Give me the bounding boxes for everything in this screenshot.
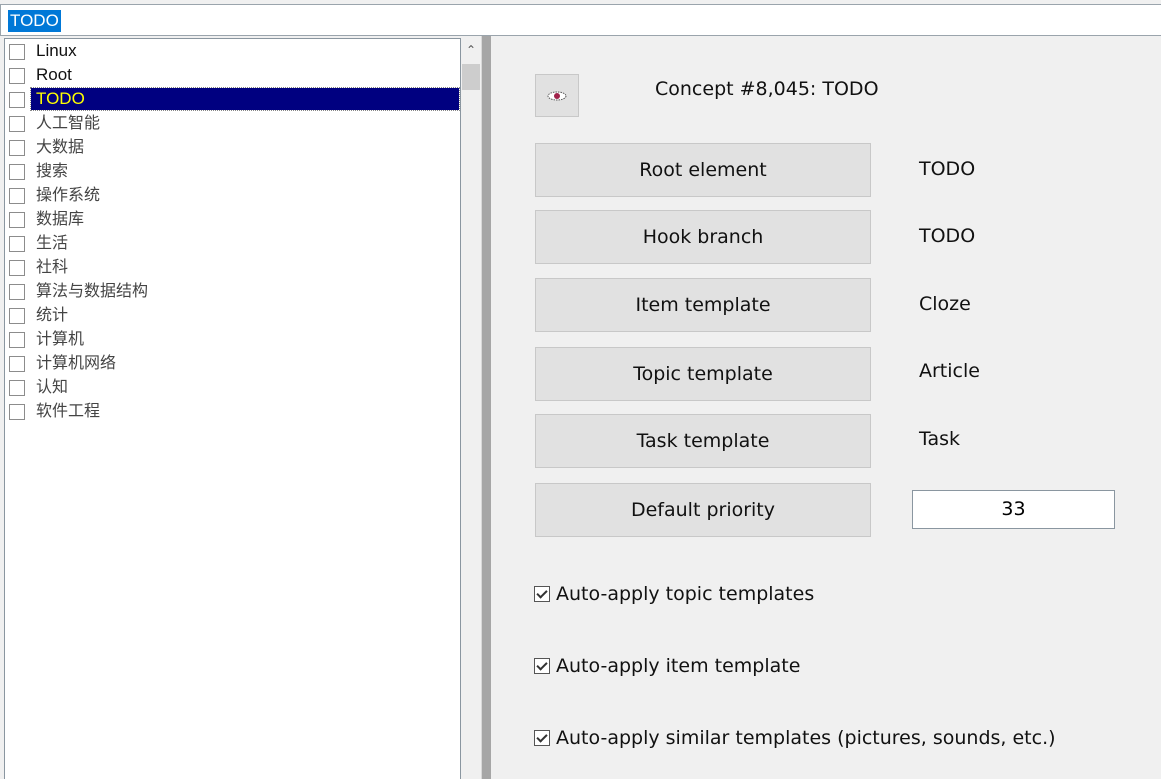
list-item[interactable]: Linux (5, 39, 460, 63)
eye-icon (547, 91, 567, 100)
list-item-label: 社科 (36, 257, 69, 276)
checkbox-label: Auto-apply topic templates (556, 583, 815, 605)
list-item-label: 大数据 (36, 137, 85, 156)
root-element-value: TODO (919, 158, 976, 180)
list-item[interactable]: 大数据 (5, 135, 460, 159)
list-item-label: 计算机网络 (36, 353, 117, 372)
item-template-value: Cloze (919, 293, 971, 315)
pane-splitter[interactable] (481, 36, 491, 779)
concept-search-bar[interactable]: TODO (0, 4, 1161, 36)
auto-apply-item-checkbox[interactable]: Auto-apply item template (534, 655, 800, 677)
list-item[interactable]: 算法与数据结构 (5, 279, 460, 303)
checkbox-checked-icon[interactable] (534, 730, 550, 746)
list-item[interactable]: Root (5, 63, 460, 87)
list-item-checkbox[interactable] (9, 212, 25, 228)
list-item-checkbox[interactable] (9, 44, 25, 60)
list-item-label: 生活 (36, 233, 69, 252)
task-template-button[interactable]: Task template (535, 414, 871, 468)
list-item-label: 认知 (36, 377, 69, 396)
list-item-checkbox[interactable] (9, 260, 25, 276)
topic-template-value: Article (919, 360, 980, 382)
list-item-checkbox[interactable] (9, 68, 25, 84)
list-item-checkbox[interactable] (9, 404, 25, 420)
list-item[interactable]: 计算机网络 (5, 351, 460, 375)
list-item-label: 算法与数据结构 (36, 281, 149, 300)
auto-apply-similar-checkbox[interactable]: Auto-apply similar templates (pictures, … (534, 727, 1056, 749)
list-item-label: 软件工程 (36, 401, 101, 420)
auto-apply-topic-checkbox[interactable]: Auto-apply topic templates (534, 583, 814, 605)
list-item[interactable]: 认知 (5, 375, 460, 399)
list-item[interactable]: 人工智能 (5, 111, 460, 135)
list-item[interactable]: 统计 (5, 303, 460, 327)
checkbox-label: Auto-apply item template (556, 655, 801, 677)
hook-branch-button[interactable]: Hook branch (535, 210, 871, 264)
list-item-label: Root (36, 65, 72, 84)
topic-template-button[interactable]: Topic template (535, 347, 871, 401)
list-item-label: TODO (30, 87, 460, 111)
list-item-checkbox[interactable] (9, 356, 25, 372)
list-item-label: 人工智能 (36, 113, 101, 132)
list-item[interactable]: 社科 (5, 255, 460, 279)
scroll-up-icon[interactable]: ⌃ (461, 40, 481, 60)
list-item-label: Linux (36, 41, 77, 60)
list-item-checkbox[interactable] (9, 308, 25, 324)
list-item-checkbox[interactable] (9, 188, 25, 204)
list-item-checkbox[interactable] (9, 236, 25, 252)
checkbox-checked-icon[interactable] (534, 586, 550, 602)
list-item[interactable]: 生活 (5, 231, 460, 255)
list-item-checkbox[interactable] (9, 116, 25, 132)
hook-branch-value: TODO (919, 225, 976, 247)
list-item-checkbox[interactable] (9, 92, 25, 108)
list-item[interactable]: 数据库 (5, 207, 460, 231)
list-item-label: 数据库 (36, 209, 85, 228)
list-item-label: 计算机 (36, 329, 85, 348)
list-item[interactable]: 计算机 (5, 327, 460, 351)
concept-list[interactable]: Linux Root TODO 人工智能大数据搜索操作系统数据库生活社科算法与数据结构… (4, 38, 461, 779)
task-template-value: Task (919, 428, 961, 450)
list-item-label: 搜索 (36, 161, 69, 180)
list-item-checkbox[interactable] (9, 164, 25, 180)
scroll-thumb[interactable] (462, 64, 480, 90)
item-template-button[interactable]: Item template (535, 278, 871, 332)
list-item[interactable]: 操作系统 (5, 183, 460, 207)
list-item[interactable]: TODO (5, 87, 460, 111)
checkbox-checked-icon[interactable] (534, 658, 550, 674)
default-priority-button[interactable]: Default priority (535, 483, 871, 537)
view-concept-button[interactable] (535, 74, 579, 117)
list-item-checkbox[interactable] (9, 140, 25, 156)
checkbox-label: Auto-apply similar templates (pictures, … (556, 727, 1056, 749)
list-item-label: 操作系统 (36, 185, 101, 204)
concept-panel: Concept #8,045: TODO Root element TODO H… (491, 36, 1161, 779)
list-item-checkbox[interactable] (9, 332, 25, 348)
list-item[interactable]: 搜索 (5, 159, 460, 183)
root-element-button[interactable]: Root element (535, 143, 871, 197)
list-scrollbar[interactable]: ⌃ (461, 38, 481, 779)
list-item[interactable]: 软件工程 (5, 399, 460, 423)
concept-title: Concept #8,045: TODO (655, 78, 879, 100)
list-item-label: 统计 (36, 305, 69, 324)
default-priority-input[interactable]: 33 (912, 490, 1115, 529)
list-item-checkbox[interactable] (9, 380, 25, 396)
list-item-checkbox[interactable] (9, 284, 25, 300)
search-input[interactable]: TODO (8, 10, 61, 32)
